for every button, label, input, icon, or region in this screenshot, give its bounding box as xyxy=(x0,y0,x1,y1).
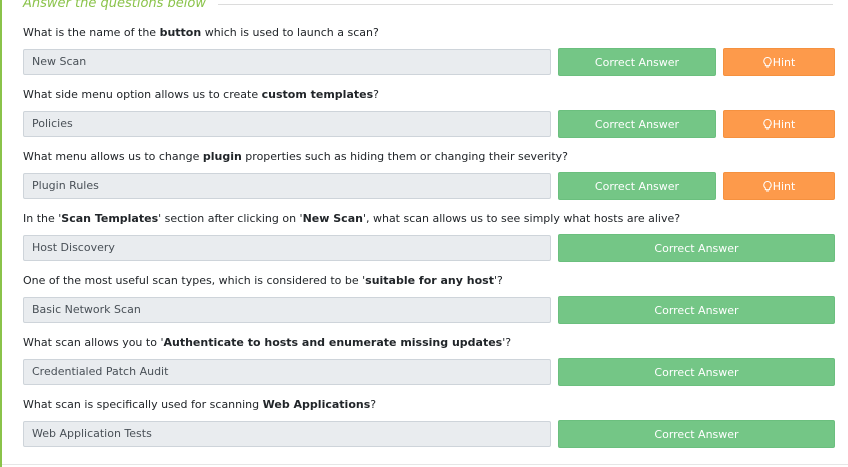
question-text: In the 'Scan Templates' section after cl… xyxy=(23,212,680,226)
answer-field[interactable]: Policies xyxy=(23,111,551,137)
correct-answer-button[interactable]: Correct Answer xyxy=(558,234,835,262)
question-text-part: What scan allows you to ' xyxy=(23,336,164,349)
question-emphasis: Web Applications xyxy=(262,398,371,411)
hint-label: Hint xyxy=(772,118,796,131)
questions-panel: Answer the questions below What is the n… xyxy=(0,0,848,467)
question-text-part: In the ' xyxy=(23,212,62,225)
section-divider xyxy=(192,4,833,5)
correct-answer-button[interactable]: Correct Answer xyxy=(558,420,835,448)
question-text: What scan is specifically used for scann… xyxy=(23,398,376,412)
lightbulb-icon xyxy=(763,180,772,192)
question-emphasis: button xyxy=(159,26,202,39)
question-text-part: ? xyxy=(370,398,377,411)
answer-field[interactable]: Basic Network Scan xyxy=(23,297,551,323)
correct-answer-button[interactable]: Correct Answer xyxy=(558,296,835,324)
question-text: What side menu option allows us to creat… xyxy=(23,88,379,102)
question-text-part: What is the name of the xyxy=(23,26,160,39)
question-emphasis: plugin xyxy=(202,150,242,163)
correct-answer-button[interactable]: Correct Answer xyxy=(558,172,716,200)
question-emphasis: Scan Templates xyxy=(61,212,159,225)
answer-field[interactable]: Host Discovery xyxy=(23,235,551,261)
question-emphasis: suitable for any host xyxy=(365,274,494,287)
correct-answer-button[interactable]: Correct Answer xyxy=(558,48,716,76)
section-title: Answer the questions below xyxy=(23,0,218,14)
answer-field[interactable]: Web Application Tests xyxy=(23,421,551,447)
answer-field[interactable]: New Scan xyxy=(23,49,551,75)
hint-label: Hint xyxy=(772,180,796,193)
question-text-part: '? xyxy=(502,336,512,349)
question-text: What scan allows you to 'Authenticate to… xyxy=(23,336,511,350)
question-text-part: What side menu option allows us to creat… xyxy=(23,88,262,101)
correct-answer-button[interactable]: Correct Answer xyxy=(558,358,835,386)
lightbulb-icon xyxy=(763,118,772,130)
question-text-part: What menu allows us to change xyxy=(23,150,203,163)
question-emphasis: custom templates xyxy=(261,88,374,101)
question-emphasis: Authenticate to hosts and enumerate miss… xyxy=(163,336,503,349)
question-text-part: ? xyxy=(373,88,379,101)
answer-field[interactable]: Credentialed Patch Audit xyxy=(23,359,551,385)
question-text-part: which is used to launch a scan? xyxy=(201,26,379,39)
question-emphasis: New Scan xyxy=(302,212,363,225)
question-text-part: properties such as hiding them or changi… xyxy=(241,150,569,163)
hint-button[interactable]: Hint xyxy=(723,48,835,76)
question-text-part: ', what scan allows us to see simply wha… xyxy=(362,212,681,225)
question-text-part: What scan is specifically used for scann… xyxy=(23,398,263,411)
hint-button[interactable]: Hint xyxy=(723,110,835,138)
lightbulb-icon xyxy=(763,56,772,68)
correct-answer-button[interactable]: Correct Answer xyxy=(558,110,716,138)
question-text: What menu allows us to change plugin pro… xyxy=(23,150,568,164)
question-text-part: One of the most useful scan types, which… xyxy=(23,274,366,287)
question-text: One of the most useful scan types, which… xyxy=(23,274,503,288)
panel-bottom-border xyxy=(2,464,848,465)
answer-field[interactable]: Plugin Rules xyxy=(23,173,551,199)
hint-button[interactable]: Hint xyxy=(723,172,835,200)
hint-label: Hint xyxy=(772,56,796,69)
question-text: What is the name of the button which is … xyxy=(23,26,379,40)
question-text-part: ' section after clicking on ' xyxy=(158,212,303,225)
question-text-part: '? xyxy=(493,274,503,287)
